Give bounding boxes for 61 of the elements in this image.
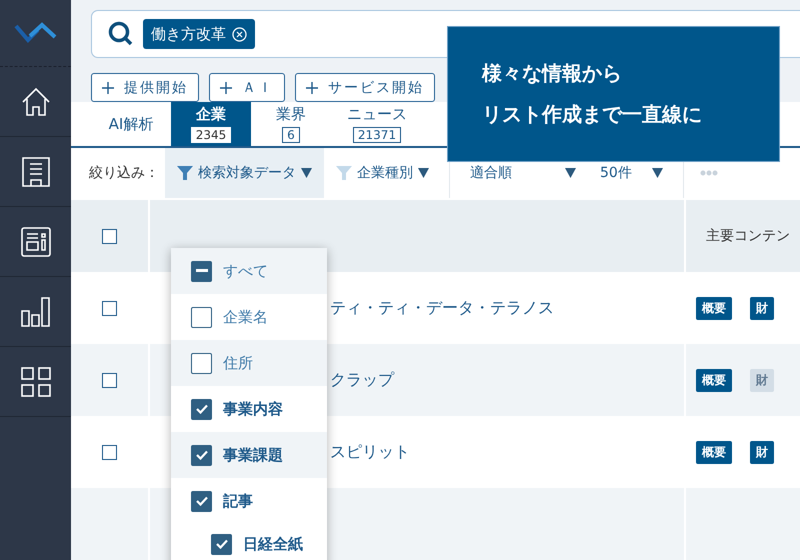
menu-option[interactable]: 記事: [171, 478, 327, 524]
count-badge: 6: [282, 127, 300, 143]
filter-dropdown[interactable]: 検索対象データ: [165, 148, 324, 198]
content-tag[interactable]: 概要: [696, 440, 732, 464]
caret-icon: [565, 168, 576, 178]
checkbox[interactable]: [211, 534, 232, 554]
add-keyword-button[interactable]: 提供開始: [91, 73, 199, 102]
checkbox[interactable]: [191, 306, 212, 328]
row-checkbox[interactable]: [102, 300, 117, 316]
category-tab[interactable]: 企業 2345: [171, 102, 251, 146]
check-icon: [216, 539, 228, 549]
check-icon: [196, 496, 208, 506]
checkbox[interactable]: [191, 444, 212, 466]
menu-option[interactable]: 事業課題: [171, 432, 327, 478]
content-tag[interactable]: 財: [750, 296, 774, 320]
row-checkbox[interactable]: [102, 372, 117, 388]
company-name-link[interactable]: スピリット: [330, 442, 410, 462]
count-badge: 2345: [190, 127, 232, 143]
keyword-chip[interactable]: 働き方改革: [143, 19, 255, 49]
minus-icon: [196, 269, 208, 273]
newspaper-icon: [20, 226, 50, 256]
menu-option[interactable]: 日経全紙: [171, 524, 327, 560]
callout-text: 様々な情報から: [482, 60, 623, 87]
row-checkbox[interactable]: [102, 444, 117, 460]
menu-option[interactable]: 事業内容: [171, 386, 327, 432]
close-icon[interactable]: [232, 26, 247, 42]
bar-chart-icon: [20, 296, 50, 326]
count-badge: 21371: [352, 127, 402, 143]
plus-icon: [102, 82, 114, 94]
check-icon: [196, 404, 208, 414]
company-name-link[interactable]: ティ・ティ・データ・テラノス: [330, 298, 554, 318]
checkbox[interactable]: [191, 352, 212, 374]
funnel-icon: [177, 165, 193, 181]
content-tag[interactable]: 財: [750, 440, 774, 464]
check-icon: [196, 450, 208, 460]
menu-option[interactable]: すべて: [171, 248, 327, 294]
home-icon: [20, 86, 50, 116]
search-icon: [108, 21, 134, 47]
caret-icon: [652, 168, 663, 178]
callout-text: リスト作成まで一直線に: [482, 101, 703, 128]
building-icon: [20, 156, 50, 186]
checkbox[interactable]: [191, 398, 212, 420]
grid-icon: [20, 366, 50, 396]
add-keyword-button[interactable]: ＡＩ: [209, 73, 285, 102]
logo-icon: [14, 22, 58, 44]
add-keyword-button[interactable]: サービス開始: [295, 73, 435, 102]
menu-option[interactable]: 住所: [171, 340, 327, 386]
company-name-link[interactable]: クラップ: [330, 370, 394, 390]
checkbox[interactable]: [191, 260, 212, 282]
content-tag[interactable]: 概要: [696, 296, 732, 320]
select-all-checkbox[interactable]: [102, 228, 117, 244]
column-header: 主要コンテン: [706, 227, 790, 245]
plus-icon: [306, 82, 318, 94]
checkbox[interactable]: [191, 490, 212, 512]
caret-icon: [418, 168, 429, 178]
menu-option[interactable]: 企業名: [171, 294, 327, 340]
content-tag[interactable]: 概要: [696, 368, 732, 392]
funnel-icon: [336, 165, 352, 181]
filter-label: 絞り込み：: [89, 164, 159, 182]
plus-icon: [220, 82, 232, 94]
caret-icon: [301, 168, 312, 178]
